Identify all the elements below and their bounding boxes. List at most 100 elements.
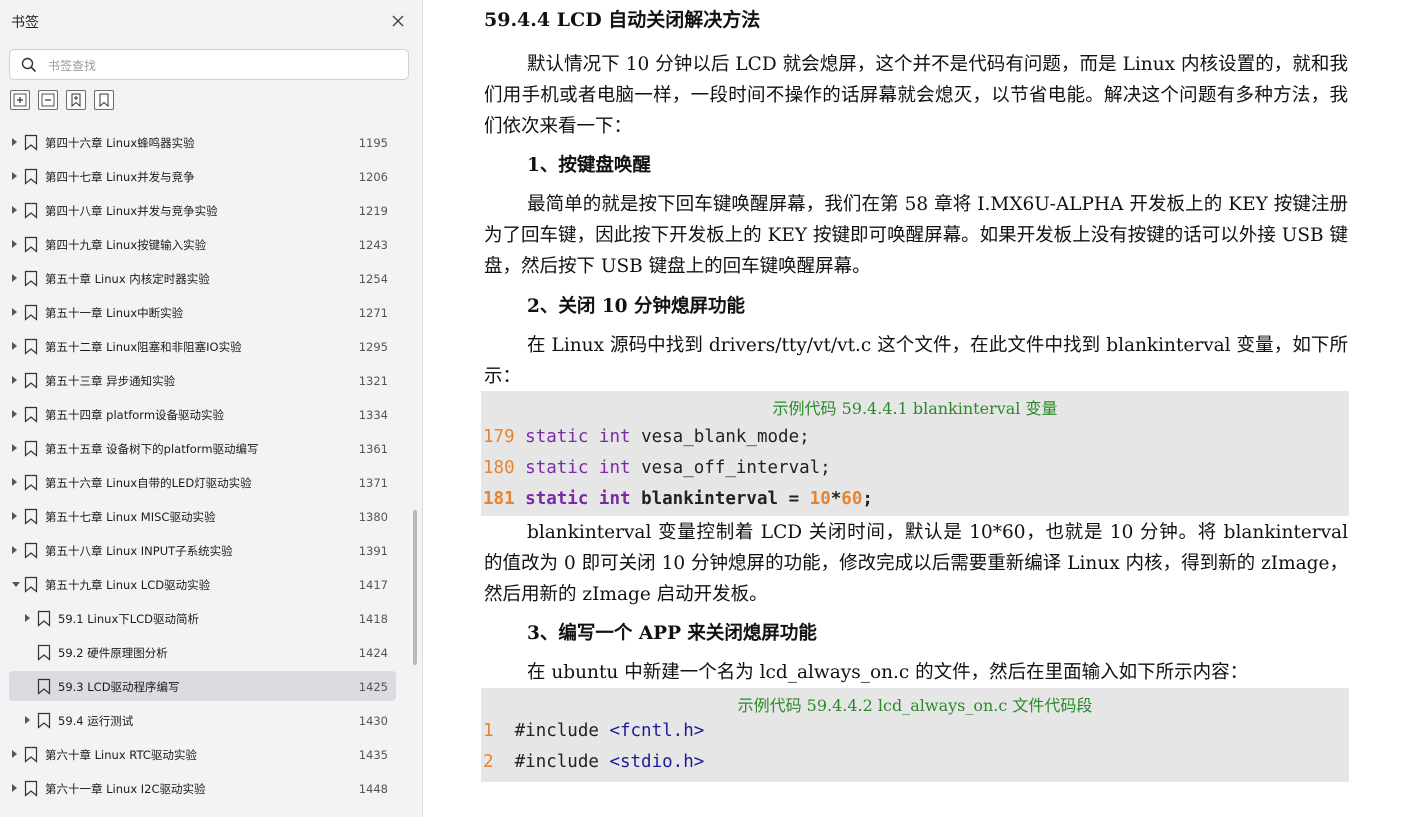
bookmark-page-number: 1321 (358, 374, 388, 388)
bookmark-item[interactable]: 第五十二章 Linux阻塞和非阻塞IO实验 1295 (9, 331, 396, 361)
bookmark-icon (24, 338, 38, 355)
bookmark-label: 第六十一章 Linux I2C驱动实验 (45, 782, 206, 796)
bookmark-label: 第四十七章 Linux并发与竞争 (45, 170, 195, 184)
bookmark-item[interactable]: 59.2 硬件原理图分析 1424 (9, 637, 396, 667)
bookmark-item[interactable]: 第五十四章 platform设备驱动实验 1334 (9, 399, 396, 429)
chevron-right-icon[interactable] (12, 750, 17, 758)
bookmark-page-number: 1219 (358, 204, 388, 218)
chevron-right-icon[interactable] (12, 410, 17, 418)
bookmark-label: 第五十八章 Linux INPUT子系统实验 (45, 544, 233, 558)
code-block-lcd-always-on: 示例代码 59.4.4.2 lcd_always_on.c 文件代码段 1 #i… (481, 688, 1349, 782)
bookmark-item[interactable]: 第五十八章 Linux INPUT子系统实验 1391 (9, 535, 396, 565)
paragraph-app: 在 ubuntu 中新建一个名为 lcd_always_on.c 的文件，然后在… (527, 662, 1249, 683)
bookmark-icon (24, 202, 38, 219)
bookmark-item[interactable]: 第五十三章 异步通知实验 1321 (9, 365, 396, 395)
bookmark-icon (37, 712, 51, 729)
bookmark-icon[interactable] (94, 90, 114, 110)
bookmark-icon (24, 406, 38, 423)
bookmark-item[interactable]: 第四十七章 Linux并发与竞争 1206 (9, 161, 396, 191)
bookmark-icon (37, 610, 51, 627)
collapse-all-icon[interactable] (38, 90, 58, 110)
subheading-keyboard-wake: 1、按键盘唤醒 (527, 155, 651, 176)
chevron-right-icon[interactable] (25, 716, 30, 724)
chevron-right-icon[interactable] (12, 240, 17, 248)
code-line-number: 180 (483, 458, 515, 478)
bookmark-item[interactable]: 59.4 运行测试 1430 (9, 705, 396, 735)
close-icon[interactable] (388, 11, 408, 31)
paragraph-intro: 默认情况下 10 分钟以后 LCD 就会熄屏，这个并不是代码有问题，而是 Lin… (484, 54, 1348, 137)
bookmark-page-number: 1417 (358, 578, 388, 592)
bookmark-page-number: 1371 (358, 476, 388, 490)
chevron-right-icon[interactable] (12, 784, 17, 792)
bookmark-page-number: 1424 (358, 646, 388, 660)
bookmark-label: 第五十九章 Linux LCD驱动实验 (45, 578, 211, 592)
document-page: 59.4.4 LCD 自动关闭解决方法 默认情况下 10 分钟以后 LCD 就会… (424, 0, 1426, 817)
code-line-number: 2 (483, 752, 494, 772)
chevron-right-icon[interactable] (12, 138, 17, 146)
bookmark-item[interactable]: 第四十八章 Linux并发与竞争实验 1219 (9, 195, 396, 225)
bookmark-label: 59.1 Linux下LCD驱动简析 (58, 612, 200, 626)
chevron-right-icon[interactable] (12, 172, 17, 180)
bookmark-item[interactable]: 第五十五章 设备树下的platform驱动编写 1361 (9, 433, 396, 463)
chevron-right-icon[interactable] (12, 376, 17, 384)
bookmark-icon (24, 746, 38, 763)
chevron-down-icon[interactable] (12, 582, 20, 587)
bookmark-item[interactable]: 第五十七章 Linux MISC驱动实验 1380 (9, 501, 396, 531)
add-bookmark-icon[interactable] (66, 90, 86, 110)
code-line-number: 1 (483, 721, 494, 741)
code-caption: 示例代码 59.4.4.2 lcd_always_on.c 文件代码段 (737, 696, 1093, 715)
bookmark-label: 第五十四章 platform设备驱动实验 (45, 408, 225, 422)
chevron-right-icon[interactable] (12, 308, 17, 316)
bookmark-item[interactable]: 第四十九章 Linux按键输入实验 1243 (9, 229, 396, 259)
bookmark-label: 第四十八章 Linux并发与竞争实验 (45, 204, 218, 218)
bookmark-icon (24, 440, 38, 457)
bookmark-item[interactable]: 第四十六章 Linux蜂鸣器实验 1195 (9, 127, 396, 157)
chevron-right-icon[interactable] (12, 444, 17, 452)
search-icon (21, 57, 37, 73)
bookmark-search-box[interactable] (9, 49, 409, 80)
bookmark-panel-title: 书签 (11, 15, 39, 31)
bookmark-item[interactable]: 第六十一章 Linux I2C驱动实验 1448 (9, 773, 396, 803)
bookmark-item[interactable]: 第五十章 Linux 内核定时器实验 1254 (9, 263, 396, 293)
bookmark-label: 第四十六章 Linux蜂鸣器实验 (45, 136, 195, 150)
code-text: vesa_blank_mode; (630, 427, 810, 447)
chevron-right-icon[interactable] (12, 478, 17, 486)
code-keyword: static (525, 458, 589, 478)
code-text: ; (862, 489, 873, 509)
chevron-right-icon[interactable] (25, 614, 30, 622)
code-line-number: 181 (483, 489, 515, 509)
bookmark-page-number: 1380 (358, 510, 388, 524)
chevron-right-icon[interactable] (12, 512, 17, 520)
bookmark-label: 59.3 LCD驱动程序编写 (58, 680, 180, 694)
code-caption: 示例代码 59.4.4.1 blankinterval 变量 (772, 399, 1058, 418)
sidebar-scrollbar[interactable] (413, 510, 417, 665)
bookmark-page-number: 1361 (358, 442, 388, 456)
bookmark-label: 第五十七章 Linux MISC驱动实验 (45, 510, 216, 524)
chevron-right-icon[interactable] (12, 546, 17, 554)
bookmark-page-number: 1435 (358, 748, 388, 762)
chevron-right-icon[interactable] (12, 206, 17, 214)
bookmark-item[interactable]: 第五十九章 Linux LCD驱动实验 1417 (9, 569, 396, 599)
bookmark-label: 第五十一章 Linux中断实验 (45, 306, 184, 320)
expand-all-icon[interactable] (10, 90, 30, 110)
chevron-right-icon[interactable] (12, 342, 17, 350)
bookmark-icon (24, 134, 38, 151)
bookmark-item[interactable]: 第五十一章 Linux中断实验 1271 (9, 297, 396, 327)
bookmark-icon (37, 678, 51, 695)
bookmark-icon (24, 576, 38, 593)
bookmark-label: 第五十五章 设备树下的platform驱动编写 (45, 442, 259, 456)
bookmark-icon (24, 780, 38, 797)
bookmark-page-number: 1430 (358, 714, 388, 728)
bookmark-item[interactable]: 第五十六章 Linux自带的LED灯驱动实验 1371 (9, 467, 396, 497)
bookmark-item[interactable]: 第六十章 Linux RTC驱动实验 1435 (9, 739, 396, 769)
bookmark-page-number: 1334 (358, 408, 388, 422)
code-line: 179 static int vesa_blank_mode; (483, 427, 810, 447)
chevron-right-icon[interactable] (12, 274, 17, 282)
bookmark-search-input[interactable] (46, 55, 400, 77)
bookmark-item[interactable]: 59.3 LCD驱动程序编写 1425 (9, 671, 396, 701)
paragraph-vt-source: 在 Linux 源码中找到 drivers/tty/vt/vt.c 这个文件，在… (484, 335, 1348, 387)
bookmark-page-number: 1418 (358, 612, 388, 626)
bookmark-item[interactable]: 59.1 Linux下LCD驱动简析 1418 (9, 603, 396, 633)
bookmark-label: 第五十三章 异步通知实验 (45, 374, 176, 388)
bookmark-page-number: 1195 (358, 136, 388, 150)
